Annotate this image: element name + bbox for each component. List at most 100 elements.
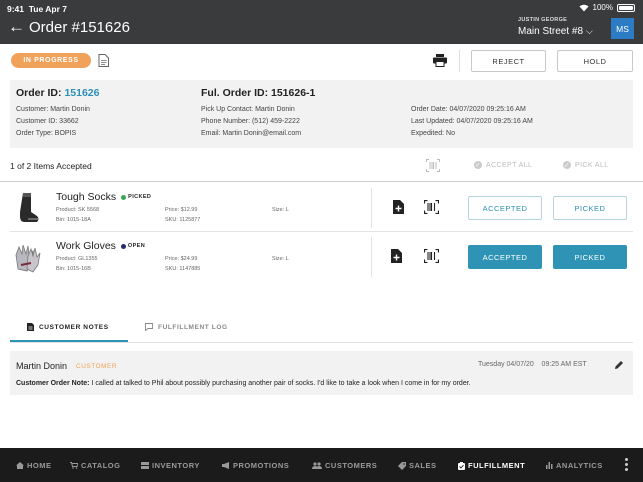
accept-button[interactable]: ACCEPTED bbox=[468, 196, 542, 220]
nav-label: INVENTORY bbox=[152, 461, 200, 470]
phone-number: Phone Number: (512) 459-2222 bbox=[201, 118, 300, 125]
item-sku: SKU: 1125877 bbox=[165, 217, 201, 223]
item-bin: Bin: 1015-16B bbox=[56, 266, 91, 272]
nav-catalog[interactable]: CATALOG bbox=[70, 461, 120, 470]
item-sku: SKU: 1147885 bbox=[165, 266, 201, 272]
item-price-info: Price: $12.99 SKU: 1125877 bbox=[165, 205, 200, 225]
tab-label: FULFILLMENT LOG bbox=[158, 323, 228, 331]
accept-all-label: ACCEPT ALL bbox=[486, 161, 533, 169]
nav-sales[interactable]: SALES bbox=[398, 461, 437, 470]
chevron-down-icon[interactable]: ⌵ bbox=[586, 26, 593, 37]
nav-promotions[interactable]: PROMOTIONS bbox=[222, 461, 289, 470]
divider bbox=[459, 50, 460, 72]
order-info-col-3: Order Date: 04/07/2020 09:25:16 AM Last … bbox=[411, 104, 533, 140]
sock-icon bbox=[20, 193, 39, 222]
note-icon bbox=[27, 323, 34, 331]
hold-button[interactable]: HOLD bbox=[557, 50, 633, 72]
chat-icon bbox=[145, 323, 153, 331]
reject-button[interactable]: REJECT bbox=[471, 50, 546, 72]
nav-home[interactable]: HOME bbox=[16, 461, 52, 470]
add-note-icon[interactable] bbox=[391, 249, 402, 263]
list-item: Tough Socks PICKED Product: SK 5568 Bin:… bbox=[10, 184, 633, 232]
item-size: Size: L bbox=[272, 256, 289, 262]
wifi-icon bbox=[579, 4, 589, 11]
document-icon[interactable] bbox=[98, 54, 109, 67]
more-menu-icon[interactable] bbox=[625, 458, 629, 471]
note-label: Customer Order Note: bbox=[16, 380, 90, 387]
megaphone-icon bbox=[222, 462, 229, 469]
page-title: Order #151626 bbox=[29, 19, 130, 36]
avatar[interactable]: MS bbox=[611, 18, 634, 39]
order-id-link[interactable]: 151626 bbox=[64, 87, 99, 99]
pickup-contact: Pick Up Contact: Martin Donin bbox=[201, 106, 295, 113]
email: Email: Martin Donin@email.com bbox=[201, 130, 302, 137]
tag-icon bbox=[398, 461, 406, 470]
accept-button[interactable]: ACCEPTED bbox=[468, 245, 542, 269]
nav-label: SALES bbox=[409, 461, 437, 470]
order-date: Order Date: 04/07/2020 09:25:16 AM bbox=[411, 106, 526, 113]
item-product: Product: GL1355 bbox=[56, 256, 98, 262]
glove-icon bbox=[15, 244, 41, 273]
check-circle-icon: ✓ bbox=[474, 161, 482, 169]
item-state-label: PICKED bbox=[128, 194, 152, 200]
order-id-label: Order ID: bbox=[16, 87, 62, 99]
tab-fulfillment-log[interactable]: FULFILLMENT LOG bbox=[145, 323, 228, 331]
print-icon[interactable] bbox=[433, 54, 447, 67]
battery-percent: 100% bbox=[592, 3, 613, 12]
pencil-edit-icon[interactable] bbox=[614, 360, 624, 370]
order-info-col-1: Order ID: 151626 Customer: Martin Donin … bbox=[16, 86, 99, 140]
item-state-badge: PICKED bbox=[121, 194, 151, 200]
order-info-col-2: Ful. Order ID: 151626-1 Pick Up Contact:… bbox=[201, 86, 315, 140]
note-text: I called at talked to Phil about possibl… bbox=[89, 380, 471, 387]
item-product: Product: SK 5568 bbox=[56, 207, 100, 213]
customer-note: Martin Donin CUSTOMER Tuesday 04/07/20 0… bbox=[10, 351, 633, 395]
note-timestamp: Tuesday 04/07/20 09:25 AM EST bbox=[478, 361, 587, 368]
tab-customer-notes[interactable]: CUSTOMER NOTES bbox=[27, 323, 109, 331]
accept-all-button[interactable]: ✓ ACCEPT ALL bbox=[474, 161, 532, 169]
item-bin: Bin: 1015-18A bbox=[56, 217, 91, 223]
order-type: Order Type: BOPIS bbox=[16, 130, 77, 137]
app-header: 9:41 Tue Apr 7 100% ← Order #151626 JUST… bbox=[0, 0, 643, 44]
list-item: Work Gloves OPEN Product: GL1355 Bin: 10… bbox=[10, 233, 633, 281]
nav-label: FULFILLMENT bbox=[468, 461, 526, 470]
customer-id: Customer ID: 33662 bbox=[16, 118, 79, 125]
status-dot-icon bbox=[121, 194, 127, 200]
clipboard-icon bbox=[458, 461, 465, 470]
inventory-icon bbox=[141, 462, 149, 469]
status-bar-icons: 100% bbox=[579, 3, 635, 12]
check-circle-icon: ✓ bbox=[563, 161, 571, 169]
status-dot-icon bbox=[120, 243, 126, 249]
pick-button[interactable]: PICKED bbox=[553, 196, 627, 220]
item-price: Price: $24.99 bbox=[165, 256, 198, 262]
nav-inventory[interactable]: INVENTORY bbox=[141, 461, 200, 470]
date: Tue Apr 7 bbox=[28, 4, 68, 14]
add-note-icon[interactable] bbox=[393, 200, 404, 214]
customer-name: Customer: Martin Donin bbox=[16, 106, 90, 113]
nav-analytics[interactable]: ANALYTICS bbox=[546, 461, 603, 470]
cart-icon bbox=[70, 462, 78, 469]
nav-label: PROMOTIONS bbox=[233, 461, 290, 470]
item-size: Size: L bbox=[272, 207, 289, 213]
item-title: Work Gloves OPEN bbox=[56, 240, 145, 252]
battery-icon bbox=[617, 3, 635, 12]
order-info-panel: Order ID: 151626 Customer: Martin Donin … bbox=[10, 80, 633, 148]
pick-button[interactable]: PICKED bbox=[553, 245, 627, 269]
barcode-scan-icon[interactable] bbox=[424, 249, 439, 263]
item-product-info: Product: GL1355 Bin: 1015-16B bbox=[56, 254, 98, 274]
nav-customers[interactable]: CUSTOMERS bbox=[312, 461, 377, 470]
status-badge: IN PROGRESS bbox=[11, 53, 91, 68]
note-author: Martin Donin bbox=[16, 361, 68, 371]
item-price-info: Price: $24.99 SKU: 1147885 bbox=[165, 254, 200, 274]
store-selector[interactable]: Main Street #8 bbox=[518, 26, 583, 37]
fulfillment-order-id: Ful. Order ID: 151626-1 bbox=[201, 87, 316, 99]
back-arrow-icon[interactable]: ← bbox=[8, 17, 25, 37]
barcode-scan-icon[interactable] bbox=[424, 200, 439, 214]
pick-all-button[interactable]: ✓ PICK ALL bbox=[563, 161, 609, 169]
expedited: Expedited: No bbox=[411, 130, 455, 137]
last-updated: Last Updated: 04/07/2020 09:25:16 AM bbox=[411, 118, 533, 125]
nav-fulfillment[interactable]: FULFILLMENT bbox=[458, 461, 525, 470]
nav-label: HOME bbox=[27, 461, 52, 470]
divider bbox=[371, 237, 372, 277]
divider bbox=[371, 188, 372, 228]
status-bar-time: 9:41 Tue Apr 7 bbox=[7, 4, 67, 14]
